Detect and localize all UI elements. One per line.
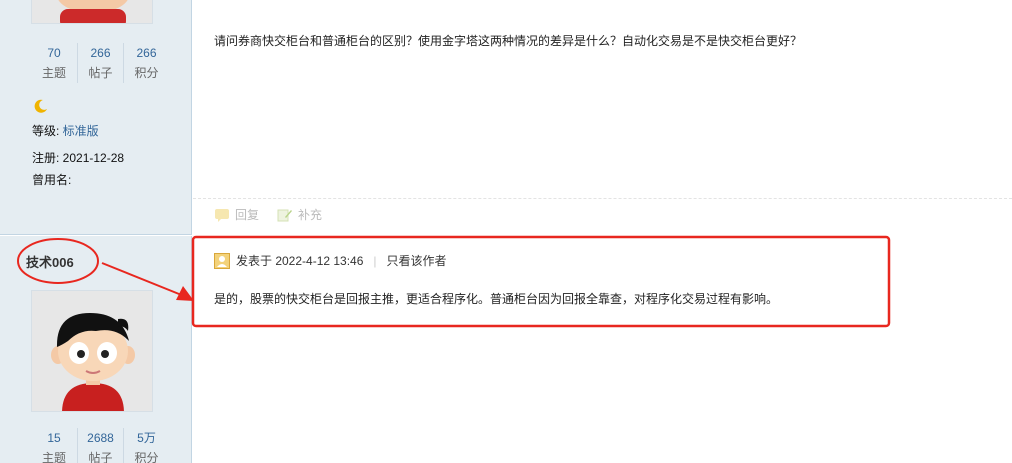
meta-separator: | [373, 253, 377, 268]
stat-threads[interactable]: 70 主题 [31, 43, 77, 83]
register-date: 注册: 2021-12-28 [32, 151, 125, 165]
post1-stats: 70 主题 266 帖子 266 积分 [31, 43, 169, 83]
supplement-button[interactable]: 补充 [277, 206, 322, 223]
level-link[interactable]: 标准版 [63, 124, 99, 138]
stat-posts[interactable]: 266 帖子 [77, 43, 123, 83]
post1-avatar[interactable] [31, 0, 153, 24]
stat-posts[interactable]: 2688 帖子 [77, 428, 123, 463]
post1-content: 请问券商快交柜台和普通柜台的区别？使用金字塔这两种情况的差异是什么？自动化交易是… [214, 34, 803, 48]
post2-meta: 发表于 2022-4-12 13:46 | 只看该作者 [214, 252, 447, 269]
reply-icon [215, 208, 229, 222]
reply-button[interactable]: 回复 [214, 206, 259, 223]
level-line: 等级: 标准版 [32, 124, 99, 138]
edit-icon [277, 209, 293, 221]
post2-username[interactable]: 技术006 [26, 252, 74, 271]
post2-avatar[interactable] [31, 290, 153, 412]
stat-points[interactable]: 266 积分 [123, 43, 169, 83]
online-status-icon [214, 252, 230, 269]
post2-stats: 15 主题 2688 帖子 5万 积分 [31, 428, 169, 463]
post1-divider [193, 198, 1012, 199]
post1-actions: 回复 补充 [214, 206, 322, 223]
post-time: 发表于 2022-4-12 13:46 [236, 254, 364, 268]
post1-author-sidebar: 70 主题 266 帖子 266 积分 等级: 标准版 注册: 2021-12-… [0, 0, 192, 235]
stat-points[interactable]: 5万 积分 [123, 428, 169, 463]
post2-content: 是的，股票的快交柜台是回报主推，更适合程序化。普通柜台因为回报全靠查，对程序化交… [214, 292, 779, 306]
author-only-link[interactable]: 只看该作者 [387, 252, 447, 269]
moon-icon [34, 99, 47, 113]
alias-label: 曾用名: [32, 173, 72, 187]
reply-highlight-box [191, 235, 891, 328]
stat-threads[interactable]: 15 主题 [31, 428, 77, 463]
